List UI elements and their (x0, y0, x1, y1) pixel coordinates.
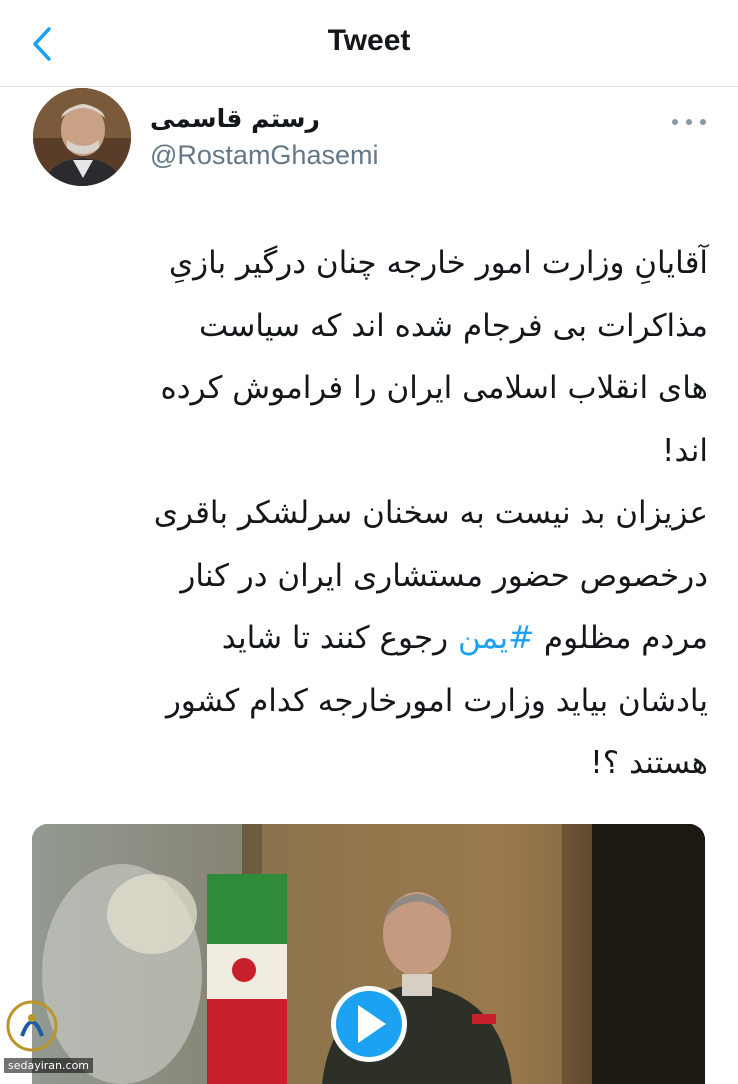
dot-icon (686, 119, 692, 125)
video-media[interactable] (32, 824, 705, 1084)
iran-flag (207, 874, 287, 1084)
tweet-line: هستند ؟! (590, 745, 708, 781)
author-name[interactable]: رستم قاسمی (150, 104, 320, 133)
top-bar: Tweet (0, 0, 738, 87)
hashtag-link[interactable]: #یمن (458, 620, 534, 656)
tweet-line: آقایانِ وزارت امور خارجه چنان درگیر بازی… (168, 245, 708, 281)
page-title: Tweet (327, 24, 411, 57)
avatar[interactable] (33, 88, 131, 186)
watermark-logo (6, 1000, 58, 1052)
author-handle[interactable]: @RostamGhasemi (150, 140, 378, 171)
profile-photo (33, 88, 131, 186)
tweet-line: یادشان بیاید وزارت امورخارجه کدام کشور (165, 682, 708, 719)
tweet-line: درخصوص حضور مستشاری ایران در کنار (180, 557, 708, 594)
tweet-line-with-hashtag: مردم مظلوم #یمن رجوع کنند تا شاید (24, 607, 708, 670)
tweet-line: عزیزان بد نیست به سخنان سرلشکر باقری (153, 495, 708, 531)
dot-icon (700, 119, 706, 125)
tweet-line: مذاکرات بی فرجام شده اند که سیاست (198, 307, 708, 344)
play-button[interactable] (331, 986, 407, 1062)
tweet-text: آقایانِ وزارت امور خارجه چنان درگیر بازی… (24, 232, 708, 795)
tweet-line: اند! (662, 432, 708, 469)
more-options-button[interactable] (672, 112, 706, 132)
watermark-text: sedayiran.com (4, 1058, 94, 1073)
tweet-line: های انقلاب اسلامی ایران را فراموش کرده (160, 370, 708, 406)
tweet-text-segment: رجوع کنند تا شاید (221, 620, 458, 656)
video-thumbnail (32, 824, 705, 1084)
tweet-text-segment: مردم مظلوم (534, 620, 708, 656)
dot-icon (672, 119, 678, 125)
